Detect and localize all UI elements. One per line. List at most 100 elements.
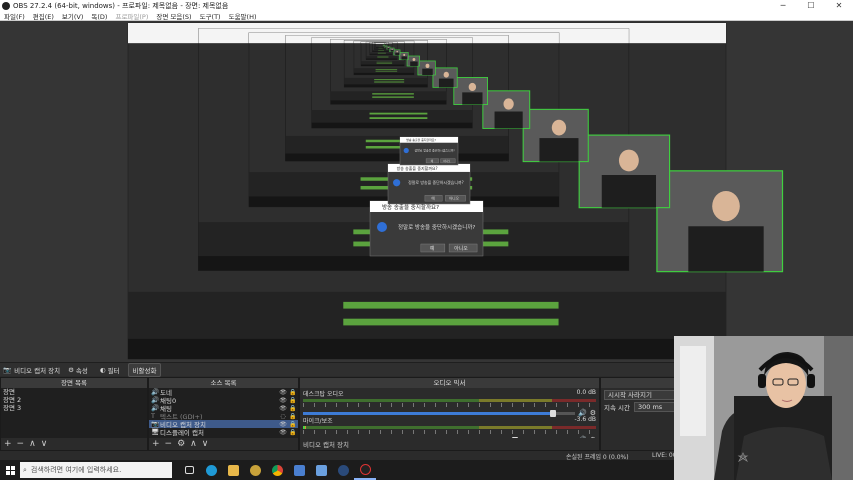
obs-app-icon <box>2 1 10 10</box>
add-icon[interactable]: + <box>4 439 12 449</box>
audio-mixer-dock: 오디오 믹서 데스크탑 오디오 0.0 dB 🔊 ⚙ 마이크/보조 -3.6 d… <box>299 377 600 451</box>
file-explorer-icon[interactable] <box>222 460 244 480</box>
properties-button[interactable]: ⚙ 속성 <box>64 364 92 376</box>
search-icon: ⌕ <box>23 465 27 474</box>
menu-docks[interactable]: 독(D) <box>87 11 111 21</box>
lock-icon[interactable]: 🔒 <box>288 397 298 404</box>
audio-source-icon: 🔊 <box>151 388 160 396</box>
chrome-icon[interactable] <box>266 460 288 480</box>
scenes-dock: 장면 목록 장면 장면 2 장면 3 + − ∧ ∨ <box>0 377 148 451</box>
menu-edit[interactable]: 편집(E) <box>29 11 58 21</box>
lock-icon[interactable]: 🔒 <box>288 421 298 428</box>
dialog-no-label: 아니오 <box>443 159 451 163</box>
lock-icon[interactable]: 🔒 <box>288 405 298 412</box>
dialog-title: 방송 송출을 중지할까요? <box>406 137 436 142</box>
calculator-icon[interactable] <box>288 460 310 480</box>
move-down-icon[interactable]: ∨ <box>41 439 48 449</box>
menu-scene-collection[interactable]: 장면 모음(S) <box>152 11 195 21</box>
preview-canvas[interactable]: 방송 송출을 중지할까요? 정말로 방송을 중단하시겠습니까? 예 아니오 방송 송출을… <box>0 21 853 362</box>
stop-stream-dialog[interactable]: 방송 송출을 중지할까요?정말로 방송을 중단하시겠습니까?예 아니오 <box>387 163 471 205</box>
volume-meter <box>303 426 596 429</box>
minimize-button[interactable]: ─ <box>769 0 797 11</box>
display-source-icon: 🖥 <box>151 428 160 436</box>
menu-tools[interactable]: 도구(T) <box>196 11 225 21</box>
audio-source-icon: 🔊 <box>151 396 160 404</box>
eye-icon[interactable]: 👁 <box>278 421 288 428</box>
gear-icon[interactable]: ⚙ <box>177 439 185 449</box>
move-up-icon[interactable]: ∧ <box>190 439 197 449</box>
camera-icon: 📷 <box>3 365 12 374</box>
source-name: 디스플레이 캡처 <box>160 429 204 437</box>
scenes-list: 장면 장면 2 장면 3 <box>1 388 147 438</box>
close-button[interactable]: ✕ <box>825 0 853 11</box>
sources-list: 🔊 도네 👁 🔒 🔊 채팅0 👁 🔒 🔊 채팅 👁 🔒 T 텍스트 (GDI+)… <box>149 388 298 438</box>
scenes-toolbar: + − ∧ ∨ <box>1 438 147 450</box>
maximize-button[interactable]: ☐ <box>797 0 825 11</box>
menu-view[interactable]: 보기(V) <box>58 11 87 21</box>
move-up-icon[interactable]: ∧ <box>29 439 36 449</box>
window-controls: ─ ☐ ✕ <box>769 0 853 11</box>
lock-icon[interactable]: 🔒 <box>288 389 298 396</box>
menu-bar: 파일(F) 편집(E) 보기(V) 독(D) 프로파일(P) 장면 모음(S) … <box>0 11 853 21</box>
meter-ticks <box>303 403 596 407</box>
scene-item[interactable]: 장면 2 <box>1 396 147 404</box>
scene-item[interactable]: 장면 3 <box>1 404 147 412</box>
scenes-header: 장면 목록 <box>1 378 147 388</box>
move-down-icon[interactable]: ∨ <box>202 439 209 449</box>
context-source-label: 비디오 캡처 장치 <box>14 366 61 375</box>
eye-icon[interactable]: 👁 <box>278 405 288 412</box>
menu-help[interactable]: 도움말(H) <box>225 11 261 21</box>
channel-db: -3.6 dB <box>574 416 596 423</box>
lock-icon[interactable]: 🔒 <box>288 413 298 420</box>
steam-icon[interactable] <box>332 460 354 480</box>
dialog-no-label: 아니오 <box>449 196 460 201</box>
remove-icon[interactable]: − <box>17 439 25 449</box>
scene-item[interactable]: 장면 <box>1 388 147 396</box>
store-icon[interactable] <box>310 460 332 480</box>
context-source: 📷 비디오 캡처 장치 <box>3 365 60 375</box>
mixer-channel: 데스크탑 오디오 0.0 dB 🔊 ⚙ <box>300 388 599 417</box>
taskbar-search[interactable]: ⌕ 검색하려면 여기에 입력하세요. <box>20 462 172 478</box>
eye-off-icon[interactable]: ◌ <box>278 413 288 420</box>
window-title: OBS 27.2.4 (64-bit, windows) - 프로파일: 제목없… <box>13 1 229 10</box>
sources-header: 소스 목록 <box>149 378 298 388</box>
source-item[interactable]: 🖥 디스플레이 캡처 👁 🔒 <box>149 428 298 437</box>
live-timer: LIVE: 00 <box>652 452 677 459</box>
task-view-icon[interactable] <box>178 460 200 480</box>
dialog-title: 방송 송출을 중지할까요? <box>397 166 438 171</box>
remove-icon[interactable]: − <box>165 439 173 449</box>
chrome-canary-icon[interactable] <box>244 460 266 480</box>
obs-taskbar-icon[interactable] <box>354 460 376 480</box>
nested-obs-window <box>375 42 385 48</box>
menu-file[interactable]: 파일(F) <box>0 11 29 21</box>
eye-icon[interactable]: 👁 <box>278 397 288 404</box>
eye-icon[interactable]: 👁 <box>278 429 288 436</box>
dialog-no-label: 아니오 <box>454 245 468 252</box>
text-source-icon: T <box>151 412 155 420</box>
dialog-message: 정말로 방송을 중단하시겠습니까? <box>415 148 456 153</box>
stop-stream-dialog[interactable]: 방송 송출을 중지할까요?정말로 방송을 중단하시겠습니까?예 아니오 <box>399 136 459 166</box>
eye-icon[interactable]: 👁 <box>278 389 288 396</box>
stop-stream-dialog[interactable]: 방송 송출을 중지할까요?정말로 방송을 중단하시겠습니까?예 아니오 <box>369 200 484 257</box>
add-icon[interactable]: + <box>152 439 160 449</box>
sources-dock: 소스 목록 🔊 도네 👁 🔒 🔊 채팅0 👁 🔒 🔊 채팅 👁 🔒 T 텍스트 … <box>148 377 299 451</box>
dialog-message: 정말로 방송을 중단하시겠습니까? <box>408 180 464 185</box>
edge-icon[interactable] <box>200 460 222 480</box>
camera-source-icon: 📷 <box>151 420 160 428</box>
person-webcam-image <box>674 336 853 480</box>
question-icon <box>403 147 409 154</box>
mixer-channel: 마이크/보조 -3.6 dB 🔊 ⚙ <box>300 415 599 438</box>
dialog-message: 정말로 방송을 중단하시겠습니까? <box>398 223 475 231</box>
sources-toolbar: + − ⚙ ∧ ∨ <box>149 438 298 450</box>
deactivate-button[interactable]: 비활성화 <box>127 362 162 377</box>
lock-icon[interactable]: 🔒 <box>288 429 298 436</box>
search-placeholder: 검색하려면 여기에 입력하세요. <box>30 466 122 474</box>
menu-profile[interactable]: 프로파일(P) <box>111 11 152 21</box>
filters-button[interactable]: ◐ 필터 <box>96 364 124 376</box>
channel-name: 데스크탑 오디오 <box>303 391 344 398</box>
mixer-footer: 비디오 캡처 장치 <box>300 438 599 450</box>
start-button[interactable] <box>0 465 20 475</box>
question-icon <box>377 222 387 232</box>
channel-name: 마이크/보조 <box>303 418 333 425</box>
dialog-yes-label: 예 <box>430 245 435 252</box>
